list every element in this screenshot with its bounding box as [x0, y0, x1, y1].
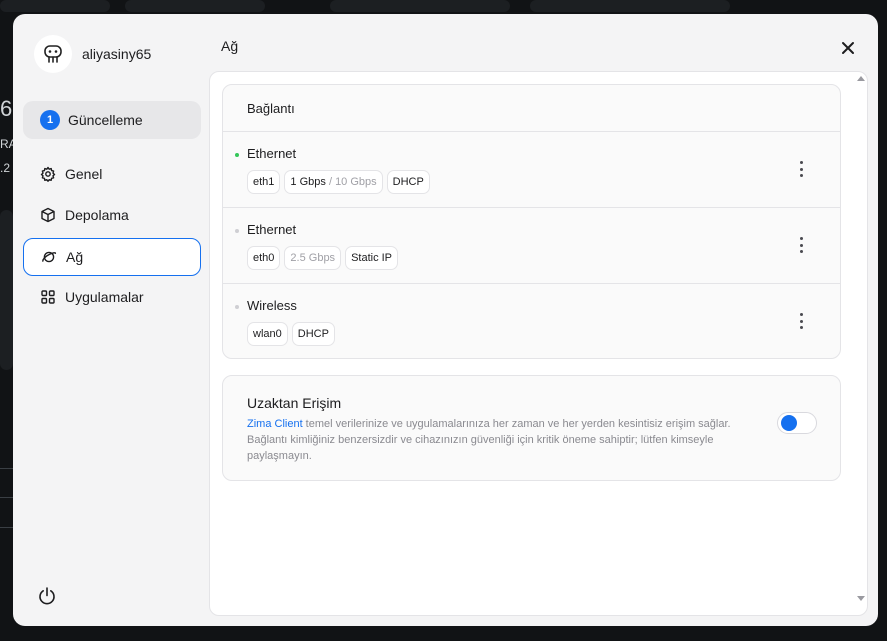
power-icon[interactable]	[37, 586, 57, 606]
toggle-knob	[781, 415, 797, 431]
background-card	[0, 210, 13, 370]
remote-access-description: Zima Client temel verilerinize ve uygula…	[247, 416, 757, 464]
disconnected-status-dot	[235, 305, 239, 309]
connected-status-dot	[235, 153, 239, 157]
robot-avatar-icon	[34, 35, 72, 73]
interface-tag: eth1	[247, 170, 281, 194]
connection-name: Wireless	[247, 298, 297, 313]
sidebar-item-label: Ağ	[66, 249, 84, 265]
remote-access-text: temel verilerinize ve uygulamalarınıza h…	[247, 418, 731, 462]
connection-name: Ethernet	[247, 222, 297, 237]
background-card	[125, 0, 265, 12]
background-card	[530, 0, 730, 12]
background-divider	[0, 468, 13, 469]
disconnected-status-dot	[235, 229, 239, 233]
speed-tag: 2.5 Gbps	[284, 246, 342, 270]
username: aliyasiny65	[82, 46, 152, 62]
speed-value: 1 Gbps	[290, 176, 326, 188]
user-profile[interactable]: aliyasiny65	[34, 35, 151, 73]
background-card	[0, 0, 110, 12]
more-options-icon[interactable]	[795, 313, 807, 329]
sidebar-item-label: Uygulamalar	[65, 289, 144, 305]
sidebar: aliyasiny65 1 Güncelleme Genel Depolama …	[13, 14, 209, 626]
interface-tag: wlan0	[247, 322, 288, 346]
background-card	[330, 0, 510, 12]
mode-tag: DHCP	[386, 170, 430, 194]
update-count-badge: 1	[40, 110, 60, 130]
sidebar-item-label: Depolama	[65, 207, 129, 223]
planet-icon	[41, 249, 57, 265]
mode-tag: Static IP	[345, 246, 399, 270]
close-icon[interactable]	[838, 38, 858, 58]
background-divider	[0, 497, 13, 498]
scroll-up-arrow-icon[interactable]	[857, 76, 865, 81]
background-fragment: .2	[0, 161, 11, 175]
remote-access-toggle[interactable]	[777, 412, 817, 434]
page-title: Ağ	[221, 38, 239, 54]
gear-icon	[40, 166, 56, 182]
sidebar-item-apps[interactable]: Uygulamalar	[23, 278, 201, 316]
more-options-icon[interactable]	[795, 237, 807, 253]
remote-access-panel: Uzaktan Erişim Zima Client temel veriler…	[222, 375, 841, 481]
connection-row[interactable]: Wireless wlan0 DHCP	[223, 284, 840, 360]
connection-row[interactable]: Ethernet eth1 1 Gbps / 10 Gbps DHCP	[223, 132, 840, 208]
sidebar-item-storage[interactable]: Depolama	[23, 196, 201, 234]
sidebar-item-label: Genel	[65, 166, 103, 182]
speed-tag: 1 Gbps / 10 Gbps	[284, 170, 383, 194]
connection-name: Ethernet	[247, 146, 297, 161]
network-content: Bağlantı Ethernet eth1 1 Gbps / 10 Gbps …	[209, 71, 868, 616]
connections-title: Bağlantı	[223, 85, 840, 132]
sidebar-item-label: Güncelleme	[68, 112, 143, 128]
connections-panel: Bağlantı Ethernet eth1 1 Gbps / 10 Gbps …	[222, 84, 841, 359]
connection-tags: eth1 1 Gbps / 10 Gbps DHCP	[247, 170, 430, 194]
connection-tags: wlan0 DHCP	[247, 322, 335, 346]
sidebar-item-update[interactable]: 1 Güncelleme	[23, 101, 201, 139]
remote-access-title: Uzaktan Erişim	[247, 395, 342, 411]
background-divider	[0, 527, 13, 528]
cube-icon	[40, 207, 56, 223]
connection-tags: eth0 2.5 Gbps Static IP	[247, 246, 399, 270]
mode-tag: DHCP	[291, 322, 335, 346]
interface-tag: eth0	[247, 246, 281, 270]
settings-modal: aliyasiny65 1 Güncelleme Genel Depolama …	[13, 14, 878, 626]
zima-client-link[interactable]: Zima Client	[247, 418, 303, 430]
more-options-icon[interactable]	[795, 161, 807, 177]
speed-max-value: / 10 Gbps	[328, 176, 377, 188]
sidebar-item-general[interactable]: Genel	[23, 155, 201, 193]
connection-row[interactable]: Ethernet eth0 2.5 Gbps Static IP	[223, 208, 840, 284]
grid-icon	[40, 289, 56, 305]
background-fragment: 6	[0, 96, 13, 121]
scroll-down-arrow-icon[interactable]	[857, 596, 865, 601]
sidebar-item-network[interactable]: Ağ	[23, 238, 201, 276]
